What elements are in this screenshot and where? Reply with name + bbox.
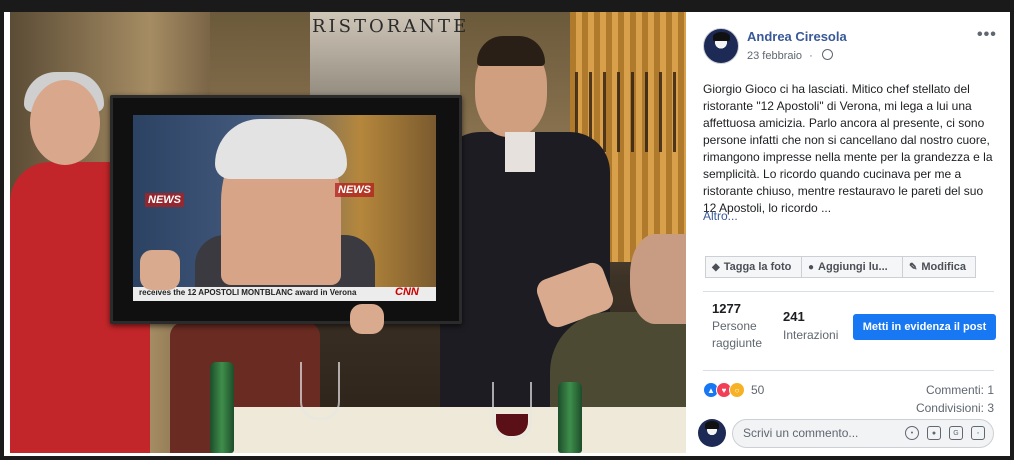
photo-hand-left	[140, 250, 180, 290]
photo-tv-logo-left: NEWS	[145, 193, 184, 207]
photo-hand-center	[350, 304, 384, 334]
add-location-label: Aggiungi lu...	[818, 261, 888, 273]
author-name[interactable]: Andrea Ciresola	[747, 29, 847, 44]
photo-actions: ◆ Tagga la foto ● Aggiungi lu... ✎ Modif…	[705, 256, 976, 278]
post-meta: 23 febbraio ·	[747, 49, 833, 62]
photo-bottle-1	[210, 362, 234, 453]
see-more-link[interactable]: Altro...	[703, 209, 738, 223]
reactions-summary[interactable]: ▲ ♥ ○ 50	[703, 382, 764, 398]
photo-tv-hair	[215, 119, 347, 179]
reactions-count: 50	[751, 383, 765, 397]
add-location-button[interactable]: ● Aggiungi lu...	[802, 256, 903, 278]
post-panel: Andrea Ciresola 23 febbraio · ••• Giorgi…	[688, 12, 1006, 453]
comment-placeholder: Scrivi un commento...	[743, 426, 859, 440]
emoji-icon[interactable]: •	[905, 426, 919, 440]
interactions-label: Interazioni	[783, 328, 839, 342]
more-dots-icon[interactable]: •••	[977, 26, 997, 44]
pencil-icon: ✎	[909, 261, 918, 273]
globe-icon[interactable]	[821, 49, 833, 60]
photo-table	[220, 407, 686, 453]
reach-label-line2: raggiunte	[712, 336, 763, 350]
photo-tv-logo-right: NEWS	[335, 183, 374, 197]
photo-person-left-head	[30, 80, 100, 165]
shares-count[interactable]: Condivisioni: 3	[916, 401, 994, 415]
tag-photo-button[interactable]: ◆ Tagga la foto	[705, 256, 802, 278]
reach-label-line1: Persone	[712, 319, 757, 333]
photo-person-center-shirt	[505, 132, 535, 172]
photo-glass-1	[300, 362, 340, 420]
photo-tv-brand: CNN	[395, 286, 419, 298]
commenter-avatar	[698, 419, 726, 447]
photo-glass-2	[492, 382, 532, 440]
comment-input[interactable]: Scrivi un commento... • ● G ◦	[732, 419, 994, 448]
separator-dot: ·	[809, 50, 813, 62]
tag-icon: ◆	[712, 261, 720, 273]
divider-middle	[703, 370, 994, 371]
photo-bottle-2	[558, 382, 582, 453]
divider-top	[703, 291, 994, 292]
comments-count[interactable]: Commenti: 1	[926, 383, 994, 397]
reach-value: 1277	[712, 301, 741, 316]
photo-sign-text: RISTORANTE	[312, 16, 470, 37]
camera-icon[interactable]: ●	[927, 426, 941, 440]
tag-photo-label: Tagga la foto	[723, 261, 792, 273]
gif-icon[interactable]: G	[949, 426, 963, 440]
comment-tools: • ● G ◦	[905, 426, 985, 440]
sticker-icon[interactable]: ◦	[971, 426, 985, 440]
post-date[interactable]: 23 febbraio	[747, 50, 802, 62]
post-text: Giorgio Gioco ci ha lasciati. Mitico che…	[703, 82, 993, 215]
author-avatar[interactable]	[703, 28, 739, 64]
boost-post-button[interactable]: Metti in evidenza il post	[853, 314, 996, 340]
edit-button[interactable]: ✎ Modifica	[903, 256, 976, 278]
photo-person-right-head	[630, 234, 686, 324]
post-photo[interactable]: RISTORANTE NEWS NEWS receives the 12 APO…	[10, 12, 686, 453]
wow-reaction-icon: ○	[729, 382, 745, 398]
photo-person-center-hair	[477, 36, 545, 66]
edit-label: Modifica	[921, 261, 967, 273]
interactions-value: 241	[783, 309, 805, 324]
location-pin-icon: ●	[808, 261, 815, 273]
